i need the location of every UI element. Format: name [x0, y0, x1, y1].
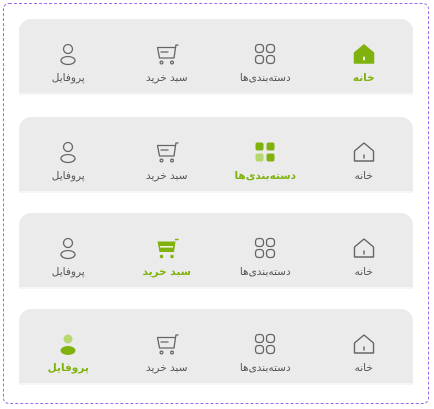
cart-icon [156, 44, 179, 65]
user-icon [60, 237, 76, 260]
nav-item-profile[interactable]: پروفایل [19, 213, 118, 289]
nav-item-categories[interactable]: دسته‌بندی‌ها [216, 309, 315, 385]
nav-item-categories[interactable]: دسته‌بندی‌ها [216, 213, 315, 289]
nav-item-label: سبد خرید [142, 266, 191, 278]
user-icon [60, 334, 76, 355]
nav-item-label: خانه [352, 72, 375, 84]
cart-icon [157, 238, 179, 259]
nav-item-cart[interactable]: سبد خرید [118, 19, 217, 95]
user-icon [60, 141, 76, 164]
nav-item-label: دسته‌بندی‌ها [239, 72, 291, 84]
nav-item-label: سبد خرید [145, 72, 188, 84]
nav-item-home[interactable]: خانه [315, 309, 414, 385]
nav-item-home[interactable]: خانه [315, 213, 414, 289]
nav-item-cart[interactable]: سبد خرید [118, 213, 217, 289]
home-icon [353, 334, 374, 354]
home-icon [353, 44, 374, 64]
bottom-navbar-variant-categories: خانه دسته‌بندی‌ها سبد خرید پروفایل [19, 117, 413, 193]
nav-item-label: پروفایل [51, 266, 85, 278]
nav-item-label: پروفایل [47, 362, 89, 374]
nav-item-profile[interactable]: پروفایل [19, 19, 118, 95]
nav-item-home[interactable]: خانه [315, 117, 414, 193]
cart-icon [156, 142, 179, 163]
nav-item-label: دسته‌بندی‌ها [239, 266, 291, 278]
nav-item-label: سبد خرید [145, 170, 188, 182]
nav-item-cart[interactable]: سبد خرید [118, 117, 217, 193]
nav-item-home[interactable]: خانه [315, 19, 414, 95]
nav-item-cart[interactable]: سبد خرید [118, 309, 217, 385]
nav-item-profile[interactable]: پروفایل [19, 309, 118, 385]
home-icon [353, 238, 374, 258]
nav-item-label: سبد خرید [145, 362, 188, 374]
grid-icon [255, 333, 276, 355]
nav-item-categories[interactable]: دسته‌بندی‌ها [216, 117, 315, 193]
bottom-navbar-variant-profile: خانه دسته‌بندی‌ها سبد خرید پروفایل [19, 309, 413, 385]
nav-item-label: دسته‌بندی‌ها [239, 362, 291, 374]
grid-icon [255, 142, 275, 162]
nav-item-label: دسته‌بندی‌ها [234, 170, 296, 182]
nav-item-label: خانه [354, 266, 373, 278]
cart-icon [156, 334, 179, 355]
user-icon [60, 43, 76, 66]
nav-item-label: خانه [354, 170, 373, 182]
nav-item-label: پروفایل [51, 170, 85, 182]
bottom-navbar-variant-home: خانه دسته‌بندی‌ها سبد خرید پروفایل [19, 19, 413, 95]
nav-item-label: خانه [354, 362, 373, 374]
grid-icon [255, 237, 276, 259]
nav-item-categories[interactable]: دسته‌بندی‌ها [216, 19, 315, 95]
nav-item-profile[interactable]: پروفایل [19, 117, 118, 193]
bottom-navbar-variant-cart: خانه دسته‌بندی‌ها سبد خرید پروفایل [19, 213, 413, 289]
home-icon [353, 142, 374, 162]
grid-icon [255, 43, 276, 65]
nav-item-label: پروفایل [51, 72, 85, 84]
